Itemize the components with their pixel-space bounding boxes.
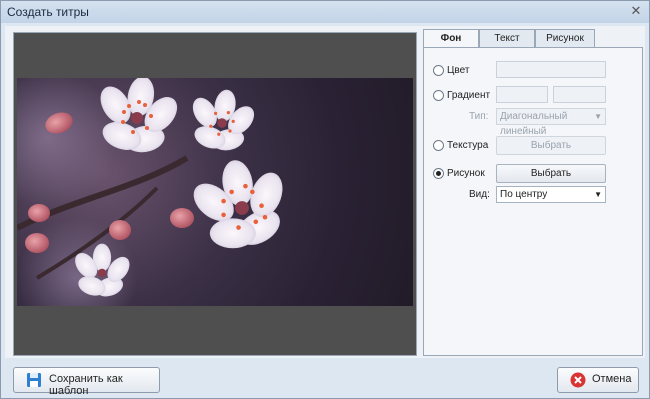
color-field[interactable] bbox=[496, 61, 606, 78]
gradient-type-label: Тип: bbox=[469, 111, 489, 122]
create-titles-window: Создать титры ✕ Фон Текст Рисунок Цвет Г… bbox=[0, 0, 650, 399]
tab-background[interactable]: Фон bbox=[423, 29, 479, 48]
save-template-button[interactable]: Сохранить как шаблон bbox=[13, 367, 160, 397]
image-select-button[interactable]: Выбрать bbox=[496, 164, 606, 183]
chevron-down-icon: ▼ bbox=[594, 112, 602, 121]
save-template-label: Сохранить как шаблон bbox=[49, 373, 123, 397]
color-radio[interactable] bbox=[433, 65, 444, 76]
gradient-color-1-field[interactable] bbox=[496, 86, 548, 103]
gradient-radio[interactable] bbox=[433, 90, 444, 101]
title-bar: Создать титры ✕ bbox=[1, 1, 649, 23]
cancel-icon bbox=[570, 372, 586, 388]
cancel-label: Отмена bbox=[592, 373, 632, 385]
window-title: Создать титры bbox=[7, 5, 89, 19]
texture-radio[interactable] bbox=[433, 140, 444, 151]
preview-area bbox=[13, 32, 417, 356]
view-value: По центру bbox=[500, 189, 548, 200]
color-label: Цвет bbox=[447, 65, 470, 76]
image-radio[interactable] bbox=[433, 168, 444, 179]
texture-label: Текстура bbox=[447, 140, 489, 151]
texture-select-button[interactable]: Выбрать bbox=[496, 136, 606, 155]
view-label: Вид: bbox=[469, 189, 490, 200]
tab-picture[interactable]: Рисунок bbox=[535, 29, 595, 47]
tab-text[interactable]: Текст bbox=[479, 29, 535, 47]
background-image-preview bbox=[17, 78, 413, 306]
background-settings-panel: Цвет Градиент Тип: Диагональный линейный… bbox=[423, 47, 643, 356]
gradient-label: Градиент bbox=[447, 90, 491, 101]
close-icon[interactable]: ✕ bbox=[629, 4, 643, 18]
footer-bar: Сохранить как шаблон Отмена bbox=[1, 359, 649, 398]
gradient-type-dropdown[interactable]: Диагональный линейный ▼ bbox=[496, 108, 606, 137]
view-dropdown[interactable]: По центру ▼ bbox=[496, 186, 606, 203]
gradient-type-value: Диагональный линейный bbox=[500, 111, 568, 137]
main-content: Фон Текст Рисунок Цвет Градиент Тип: Диа… bbox=[5, 26, 645, 358]
chevron-down-icon: ▼ bbox=[594, 190, 602, 199]
floppy-disk-icon bbox=[27, 373, 41, 387]
image-label: Рисунок bbox=[447, 168, 485, 179]
cancel-button[interactable]: Отмена bbox=[557, 367, 639, 393]
gradient-color-2-field[interactable] bbox=[553, 86, 606, 103]
